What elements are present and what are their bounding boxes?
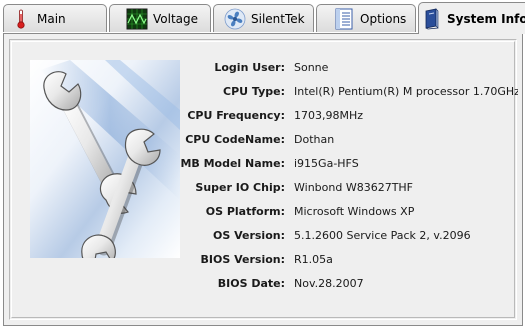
info-value: Dothan xyxy=(294,133,335,146)
info-key: MB Model Name: xyxy=(180,157,285,170)
tab-system-info-label: System Info xyxy=(447,11,525,26)
tab-voltage[interactable]: Voltage xyxy=(109,4,211,32)
info-key: BIOS Date: xyxy=(217,277,285,290)
info-area: Login User: Sonne CPU Type: Intel(R) Pen… xyxy=(4,34,518,324)
info-value: 1703,98MHz xyxy=(294,109,364,122)
info-row-super-io-chip: Super IO Chip: Winbond W83627THF xyxy=(4,179,518,199)
info-value: Microsoft Windows XP xyxy=(294,205,415,218)
tab-options[interactable]: Options xyxy=(316,4,416,32)
book-icon xyxy=(421,7,443,30)
info-row-mb-model-name: MB Model Name: i915Ga-HFS xyxy=(4,155,518,175)
info-row-bios-version: BIOS Version: R1.05a xyxy=(4,251,518,271)
info-value: Winbond W83627THF xyxy=(294,181,414,194)
info-key: CPU CodeName: xyxy=(185,133,285,146)
oscilloscope-icon xyxy=(126,8,148,30)
fan-icon xyxy=(224,8,246,30)
tab-system-info[interactable]: System Info xyxy=(418,2,525,34)
info-value: 5.1.2600 Service Pack 2, v.2096 xyxy=(294,229,471,242)
tab-voltage-label: Voltage xyxy=(153,11,199,26)
options-list-icon xyxy=(333,8,355,30)
info-value: i915Ga-HFS xyxy=(294,157,359,170)
info-row-bios-date: BIOS Date: Nov.28.2007 xyxy=(4,275,518,295)
info-row-os-platform: OS Platform: Microsoft Windows XP xyxy=(4,203,518,223)
info-row-os-version: OS Version: 5.1.2600 Service Pack 2, v.2… xyxy=(4,227,518,247)
info-value: R1.05a xyxy=(294,253,333,266)
info-value: Intel(R) Pentium(R) M processor 1.70GHz xyxy=(294,85,518,98)
info-key: CPU Type: xyxy=(223,85,285,98)
tab-silenttek-label: SilentTek xyxy=(251,11,305,26)
info-key: BIOS Version: xyxy=(200,253,285,266)
info-value: Sonne xyxy=(294,61,329,74)
tab-main[interactable]: Main xyxy=(3,4,107,32)
info-row-cpu-codename: CPU CodeName: Dothan xyxy=(4,131,518,151)
tab-bar: Main Voltage SilentTek Options System In… xyxy=(0,0,525,34)
info-key: Login User: xyxy=(214,61,285,74)
info-value: Nov.28.2007 xyxy=(294,277,364,290)
info-key: OS Platform: xyxy=(205,205,285,218)
info-row-login-user: Login User: Sonne xyxy=(4,59,518,79)
info-row-cpu-frequency: CPU Frequency: 1703,98MHz xyxy=(4,107,518,127)
thermometer-icon xyxy=(10,8,32,30)
tab-main-label: Main xyxy=(37,11,66,26)
info-row-cpu-type: CPU Type: Intel(R) Pentium(R) M processo… xyxy=(4,83,518,103)
info-key: OS Version: xyxy=(212,229,285,242)
tab-silenttek[interactable]: SilentTek xyxy=(213,4,314,32)
info-key: Super IO Chip: xyxy=(195,181,285,194)
tab-options-label: Options xyxy=(360,11,407,26)
info-key: CPU Frequency: xyxy=(187,109,285,122)
system-info-panel: Login User: Sonne CPU Type: Intel(R) Pen… xyxy=(3,33,523,326)
